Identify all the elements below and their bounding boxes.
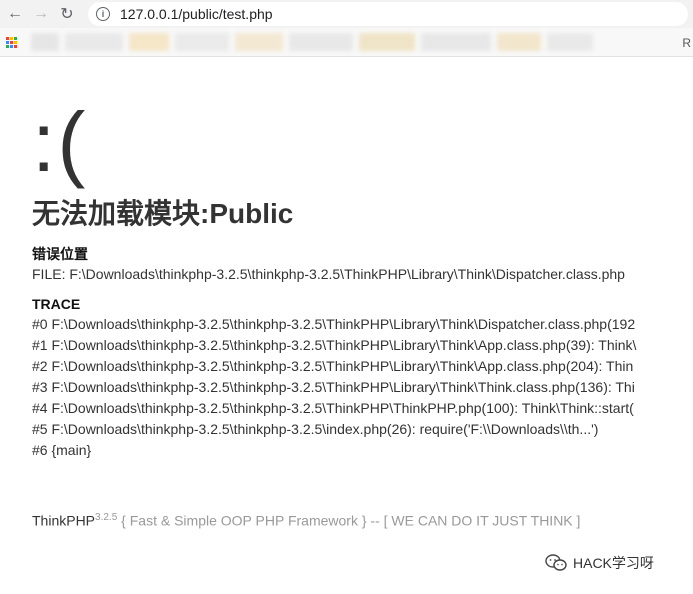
trace-heading: TRACE xyxy=(32,296,81,312)
bookmark-item[interactable] xyxy=(289,33,353,51)
address-bar[interactable]: i 127.0.0.1/public/test.php xyxy=(88,2,688,26)
error-location-heading: 错误位置 xyxy=(32,246,88,262)
error-title: 无法加载模块:Public xyxy=(32,198,294,229)
trace-line: #0 F:\Downloads\thinkphp-3.2.5\thinkphp-… xyxy=(32,316,636,332)
apps-grid-icon[interactable] xyxy=(6,36,17,48)
trace-line: #1 F:\Downloads\thinkphp-3.2.5\thinkphp-… xyxy=(32,337,637,353)
bookmarks-bar: R xyxy=(0,28,693,57)
bookmark-item[interactable] xyxy=(421,33,491,51)
trace-line: #3 F:\Downloads\thinkphp-3.2.5\thinkphp-… xyxy=(32,379,635,395)
browser-toolbar: ← → ↻ i 127.0.0.1/public/test.php xyxy=(0,0,693,28)
bookmark-item[interactable] xyxy=(65,33,123,51)
wechat-icon xyxy=(545,554,567,571)
bookmark-item[interactable] xyxy=(497,33,541,51)
bookmark-item[interactable] xyxy=(31,33,59,51)
framework-slogan: { Fast & Simple OOP PHP Framework } -- [… xyxy=(117,512,581,529)
framework-brand-link[interactable]: ThinkPHP xyxy=(32,513,95,529)
trace-line: #4 F:\Downloads\thinkphp-3.2.5\thinkphp-… xyxy=(32,400,634,416)
bookmark-overflow[interactable]: R xyxy=(682,36,691,50)
bookmark-item[interactable] xyxy=(547,33,593,51)
framework-footer: ThinkPHP3.2.5 { Fast & Simple OOP PHP Fr… xyxy=(32,512,580,529)
watermark: HACK学习呀 xyxy=(545,553,654,573)
bookmark-item[interactable] xyxy=(175,33,229,51)
forward-arrow-icon[interactable]: → xyxy=(30,3,52,25)
info-icon[interactable]: i xyxy=(96,7,110,21)
trace-list: #0 F:\Downloads\thinkphp-3.2.5\thinkphp-… xyxy=(32,314,693,461)
bookmark-item[interactable] xyxy=(235,33,283,51)
bookmark-item[interactable] xyxy=(129,33,169,51)
watermark-text: HACK学习呀 xyxy=(573,555,654,571)
url-text: 127.0.0.1/public/test.php xyxy=(120,6,273,22)
trace-line: #5 F:\Downloads\thinkphp-3.2.5\thinkphp-… xyxy=(32,421,599,437)
error-page: :( 无法加载模块:Public 错误位置 FILE: F:\Downloads… xyxy=(32,56,693,461)
back-arrow-icon[interactable]: ← xyxy=(4,3,26,25)
reload-icon[interactable]: ↻ xyxy=(56,3,78,25)
trace-line: #2 F:\Downloads\thinkphp-3.2.5\thinkphp-… xyxy=(32,358,634,374)
trace-line: #6 {main} xyxy=(32,442,92,458)
framework-version: 3.2.5 xyxy=(95,512,118,523)
bookmark-item[interactable] xyxy=(359,33,415,51)
error-file-path: FILE: F:\Downloads\thinkphp-3.2.5\thinkp… xyxy=(32,266,625,282)
sad-face: :( xyxy=(32,95,88,189)
